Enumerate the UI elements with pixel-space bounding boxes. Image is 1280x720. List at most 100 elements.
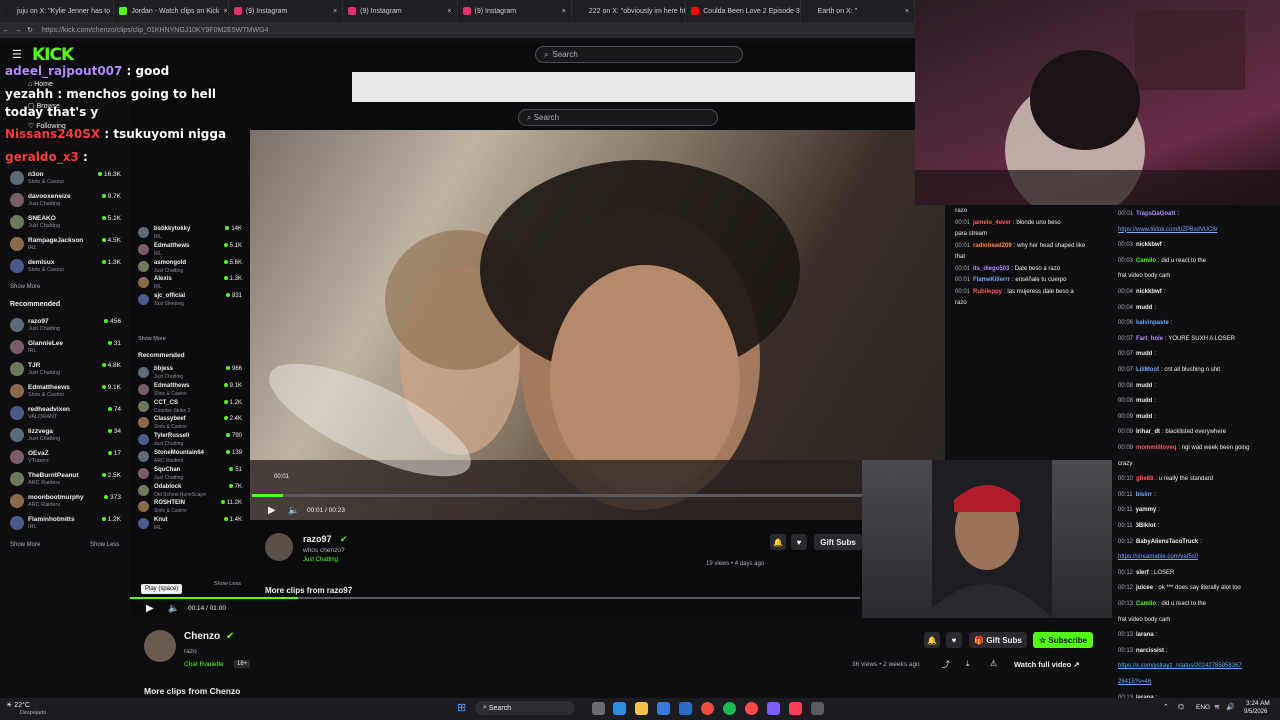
chat-username[interactable]: mudd <box>1136 305 1152 311</box>
inner-bell-button[interactable]: 🔔 <box>770 534 786 550</box>
inner-gift-subs-button[interactable]: Gift Subs <box>814 534 862 550</box>
outer-following-channel-item[interactable]: n3on Slots & Casino 16.3K <box>10 167 125 187</box>
chat-username[interactable]: Camilo <box>1136 601 1156 607</box>
chat-username[interactable]: bisiirr <box>1136 492 1153 498</box>
chat-username[interactable]: kalvinpaste <box>1136 320 1169 326</box>
inner-show-less[interactable]: Show Less <box>214 581 241 587</box>
outer-recommended-channel-item[interactable]: TheBurntPeanut ARC Raiders 2.5K <box>10 468 125 488</box>
inner-heart-button[interactable]: ♥ <box>791 534 807 550</box>
report-icon[interactable]: ⚠ <box>990 659 997 668</box>
browser-tab[interactable]: (9) Instagram × <box>458 0 572 22</box>
taskbar-search[interactable]: ⌕ Search <box>475 701 575 715</box>
chat-username[interactable]: TrapsDaGoatt <box>1136 211 1175 217</box>
subscribe-button[interactable]: ☆ Subscribe <box>1033 632 1093 648</box>
chat-username[interactable]: gfie88 <box>1136 476 1153 482</box>
outer-recommended-channel-item[interactable]: redheadvixen VALORANT 74 <box>10 402 125 422</box>
menu-icon[interactable]: ☰ <box>12 48 22 61</box>
back-icon[interactable]: ← <box>0 27 12 34</box>
inner-play-icon[interactable]: ▶ <box>268 505 276 516</box>
outer-play-icon[interactable]: ▶ <box>146 603 154 614</box>
outer-show-more[interactable]: Show More <box>10 284 40 290</box>
follow-heart-button[interactable]: ♥ <box>946 632 962 648</box>
browser-tab[interactable]: (9) Instagram × <box>229 0 344 22</box>
tab-close-icon[interactable]: × <box>333 8 337 15</box>
chat-link[interactable]: https://streamable.com/yaf5s0 <box>1118 554 1198 560</box>
chat-username[interactable]: mudd <box>1136 351 1152 357</box>
browser-tab[interactable]: (9) Instagram × <box>343 0 458 22</box>
outer-following-channel-item[interactable]: davooxeneize Just Chatting 9.7K <box>10 189 125 209</box>
more-clips-razo97[interactable]: More clips from razo97 <box>265 586 352 595</box>
outer-volume-icon[interactable]: 🔈 <box>168 603 179 614</box>
app-icon[interactable] <box>745 702 758 715</box>
chat-link[interactable]: https://x.com/yslrayz_/status/2024278505… <box>1118 663 1242 669</box>
chat-username[interactable]: Irihar_dt <box>1136 429 1160 435</box>
razo97-channel[interactable]: razo97 <box>303 534 332 544</box>
windows-start-icon[interactable]: ⊞ <box>457 701 466 714</box>
inner-show-more[interactable]: Show More <box>138 336 166 342</box>
outer-recommended-channel-item[interactable]: OEvaZ VTubers 17 <box>10 446 125 466</box>
tab-close-icon[interactable]: × <box>562 8 566 15</box>
chat-username[interactable]: narcissist <box>1136 648 1164 654</box>
outer-following-channel-item[interactable]: demisux Slots & Casino 1.3K <box>10 255 125 275</box>
inner-progress-bar[interactable] <box>252 494 862 497</box>
tab-close-icon[interactable]: × <box>905 8 909 15</box>
download-icon[interactable]: ⤓ <box>966 659 970 669</box>
spotify-icon[interactable] <box>723 702 736 715</box>
chat-username[interactable]: nickkbwf <box>1136 242 1162 248</box>
address-bar[interactable]: ← → ↻ https://kick.com/chenzo/clips/clip… <box>0 22 915 38</box>
chat-username[interactable]: LiliMoot <box>1136 367 1159 373</box>
discord-icon[interactable] <box>767 702 780 715</box>
mail-icon[interactable] <box>679 702 692 715</box>
chenzo-avatar[interactable] <box>144 630 176 662</box>
forward-icon[interactable]: → <box>12 27 24 34</box>
outer-recommended-channel-item[interactable]: TJR Just Chatting 4.8K <box>10 358 125 378</box>
input-language[interactable]: ENG <box>1196 704 1210 711</box>
outer-following-channel-item[interactable]: RampageJackson IRL 4.5K <box>10 233 125 253</box>
volume-tray-icon[interactable]: 🔊 <box>1226 703 1235 711</box>
wifi-icon[interactable]: ≋ <box>1214 703 1220 711</box>
chat-username[interactable]: Rubileppy <box>973 289 1002 295</box>
outer-recommended-channel-item[interactable]: Flaminhotmitts IRL 1.2K <box>10 512 125 532</box>
share-icon[interactable]: ⤴ <box>942 659 950 670</box>
bell-button[interactable]: 🔔 <box>924 632 940 648</box>
chat-username[interactable]: its_diego503 <box>973 266 1009 272</box>
chat-username[interactable]: razo <box>955 208 967 214</box>
chat-username[interactable]: radiohead209 <box>973 243 1012 249</box>
browser-tab[interactable]: 222 on X: "obviously im here http× <box>572 0 687 22</box>
razo97-category[interactable]: Just Chatting <box>303 557 338 563</box>
chat-username[interactable]: FlameKillerrr <box>973 277 1010 283</box>
tab-close-icon[interactable]: × <box>447 8 451 15</box>
inner-recommended-channel-item[interactable]: Knut IRL 1.4K <box>138 516 246 536</box>
tray-network-icon[interactable]: ⌬ <box>1178 703 1184 711</box>
chat-username[interactable]: larana <box>1136 632 1154 638</box>
chenzo-channel[interactable]: Chenzo <box>184 631 220 642</box>
chat-username[interactable]: mudd <box>1136 398 1152 404</box>
chat-username[interactable]: slerf <box>1136 570 1149 576</box>
razo97-avatar[interactable] <box>265 533 293 561</box>
watch-full-video-link[interactable]: Watch full video ↗ <box>1014 660 1080 669</box>
search-input[interactable]: ⌕ Search <box>535 46 743 63</box>
chenzo-category[interactable]: Chat Roulette <box>184 661 224 668</box>
inner-following-channel-item[interactable]: sjc_official Just Sleeping 831 <box>138 292 246 312</box>
chrome-icon[interactable] <box>701 702 714 715</box>
chat-username[interactable]: yammy <box>1136 507 1157 513</box>
url-text[interactable]: https://kick.com/chenzo/clips/clip_01KHN… <box>42 27 268 34</box>
clip-video[interactable] <box>250 130 945 520</box>
weather-widget[interactable]: ☀ 22°C <box>6 701 30 709</box>
chat-username[interactable]: Fart_hole <box>1136 336 1163 342</box>
chat-username[interactable]: jamelo_4ever <box>973 220 1011 226</box>
outer-recommended-channel-item[interactable]: moonbootmurphy ARC Raiders 373 <box>10 490 125 510</box>
chat-username[interactable]: 3Blklot <box>1136 523 1156 529</box>
outer-recommended-channel-item[interactable]: Edmattheews Slots & Casino 9.1K <box>10 380 125 400</box>
music-icon[interactable] <box>789 702 802 715</box>
browser-tab[interactable]: juju on X: "Kylie Jenner has to× <box>0 0 115 22</box>
calculator-icon[interactable] <box>811 702 824 715</box>
inner-search-input[interactable]: ⌕ Search <box>518 109 718 126</box>
inner-volume-icon[interactable]: 🔈 <box>288 505 299 516</box>
file-explorer-icon[interactable] <box>635 702 648 715</box>
kick-logo[interactable]: KICK <box>32 45 74 65</box>
gift-subs-button[interactable]: 🎁 Gift Subs <box>969 632 1027 648</box>
outer-following-channel-item[interactable]: SNEAKO Just Chatting 5.1K <box>10 211 125 231</box>
chat-username[interactable]: juicee <box>1136 585 1153 591</box>
chat-link[interactable]: https://www.tiktok.com/t/ZP8xdVUC8/ <box>1118 227 1217 233</box>
